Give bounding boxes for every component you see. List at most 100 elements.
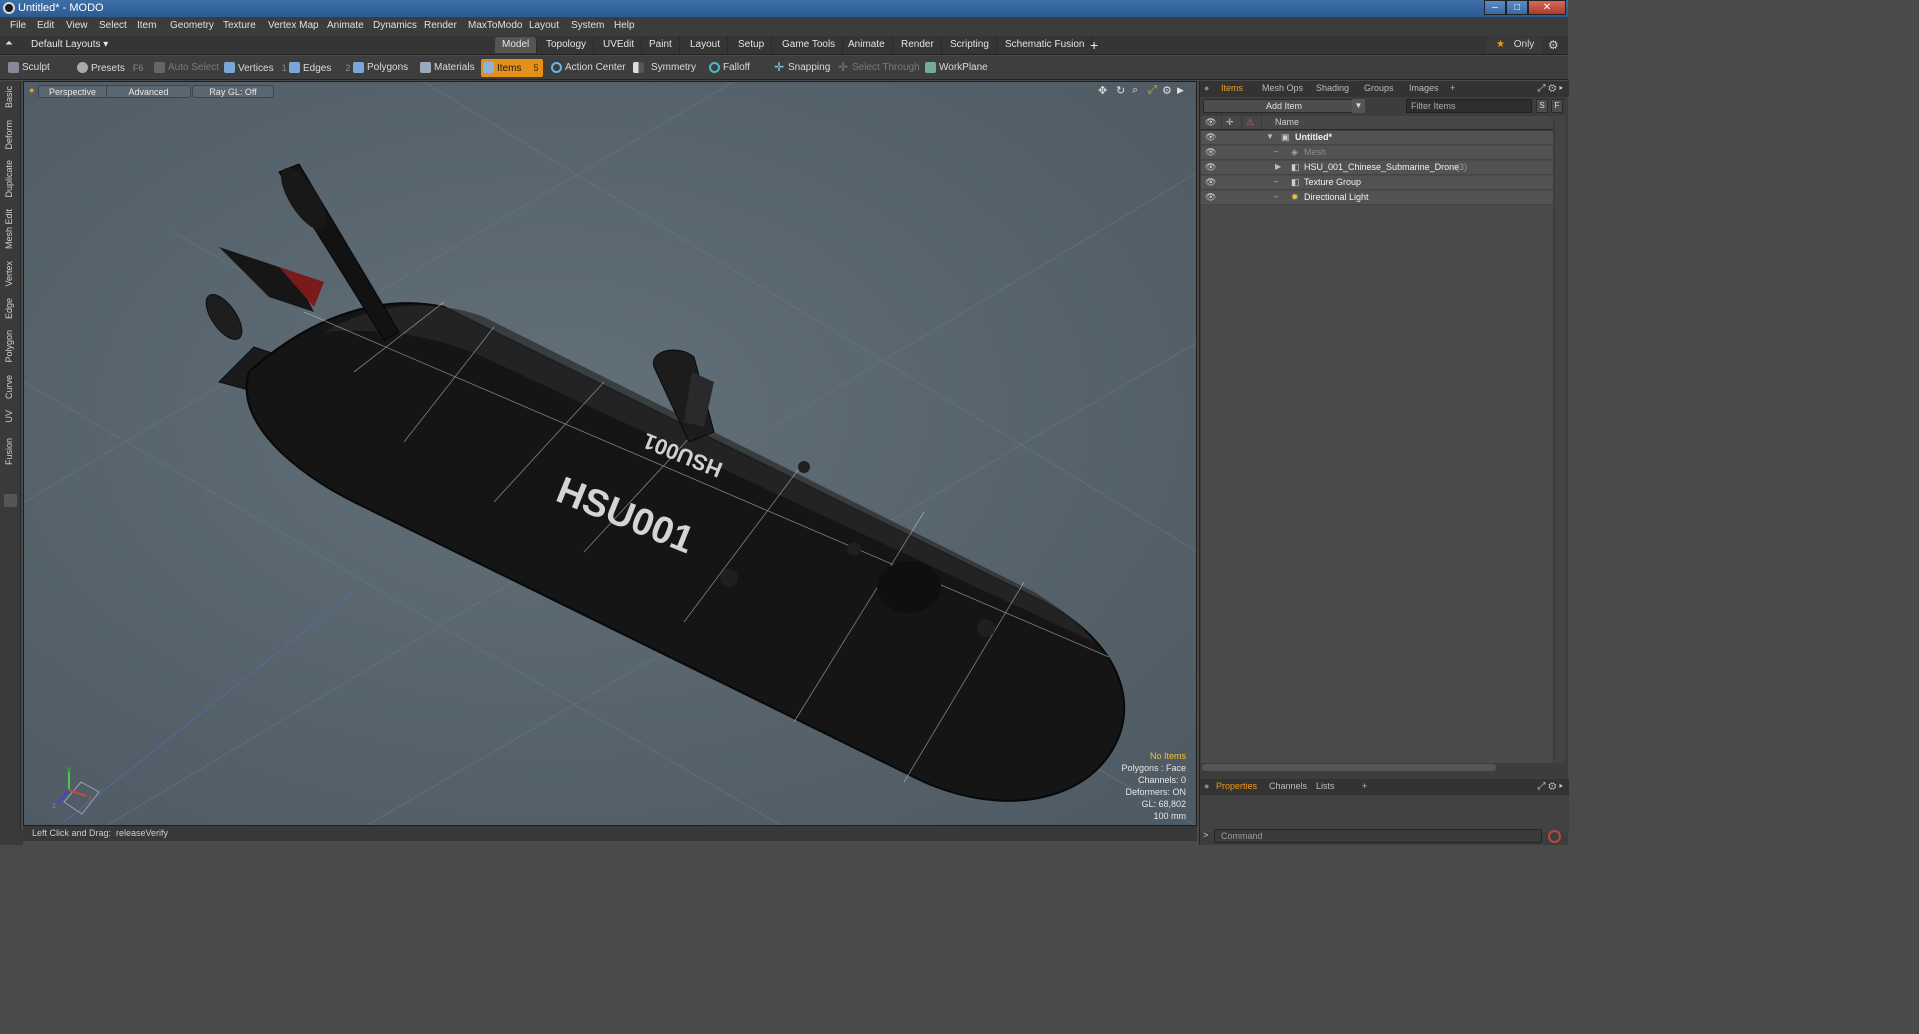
shading-mode-dropdown[interactable]: Advanced	[106, 85, 191, 98]
tab-model[interactable]: Model	[495, 37, 538, 53]
tab-uvedit[interactable]: UVEdit	[596, 37, 643, 53]
menu-file[interactable]: File	[10, 20, 26, 31]
pan-icon[interactable]: ✥	[1098, 84, 1107, 97]
name-column-header[interactable]: Name	[1275, 117, 1299, 127]
eye-icon[interactable]: 👁	[1205, 132, 1216, 143]
auto-select-button[interactable]: Auto Select	[152, 59, 219, 77]
vtab-fusion[interactable]: Fusion	[4, 438, 14, 465]
tab-paint[interactable]: Paint	[642, 37, 680, 53]
tab-topology[interactable]: Topology	[539, 37, 595, 53]
vtab-duplicate[interactable]: Duplicate	[4, 160, 14, 198]
tab-render[interactable]: Render	[894, 37, 942, 53]
menu-animate[interactable]: Animate	[327, 20, 364, 31]
tab-properties[interactable]: Properties	[1216, 781, 1257, 791]
eye-icon[interactable]: 👁	[1205, 162, 1216, 173]
default-layouts-dropdown[interactable]: Default Layouts ▾	[31, 39, 108, 50]
menu-geometry[interactable]: Geometry	[170, 20, 214, 31]
menu-system[interactable]: System	[571, 20, 604, 31]
raygl-toggle[interactable]: Ray GL: Off	[192, 85, 274, 98]
properties-menu-dot[interactable]: ●	[1204, 781, 1209, 791]
menu-layout[interactable]: Layout	[529, 20, 559, 31]
menu-dynamics[interactable]: Dynamics	[373, 20, 417, 31]
only-toggle[interactable]: ★ Only	[1486, 37, 1542, 53]
tree-row-submarine-group[interactable]: 👁 ▶ ◧ HSU_001_Chinese_Submarine_Drone (3…	[1201, 161, 1553, 175]
menu-vertex-map[interactable]: Vertex Map	[268, 20, 319, 31]
eye-icon[interactable]: 👁	[1205, 177, 1216, 188]
panel-options-icon[interactable]: ⤢ ⚙ ▸	[1537, 83, 1563, 94]
falloff-button[interactable]: Falloff	[707, 59, 750, 77]
workplane-button[interactable]: WorkPlane	[923, 59, 988, 77]
tab-groups[interactable]: Groups	[1364, 83, 1394, 93]
vtab-edge[interactable]: Edge	[4, 298, 14, 319]
tab-setup[interactable]: Setup	[731, 37, 773, 53]
viewport-settings-icon[interactable]: ⚙	[1162, 84, 1172, 97]
tab-layout[interactable]: Layout	[683, 37, 729, 53]
layout-arrow-icon[interactable]: ⏶	[5, 38, 13, 49]
tab-scripting[interactable]: Scripting	[943, 37, 997, 53]
items-button[interactable]: Items 5	[481, 59, 543, 77]
zoom-icon[interactable]: ⌕	[1132, 84, 1138, 97]
menu-edit[interactable]: Edit	[37, 20, 54, 31]
menu-help[interactable]: Help	[614, 20, 635, 31]
maximize-button[interactable]: □	[1506, 0, 1528, 15]
view-mode-dropdown[interactable]: Perspective	[38, 85, 114, 98]
eye-icon[interactable]: 👁	[1205, 147, 1216, 158]
viewport-3d[interactable]: HSU001 HSU001 y x z ● Perspective Advanc…	[23, 81, 1197, 826]
tab-shading[interactable]: Shading	[1316, 83, 1349, 93]
viewport-menu-dot[interactable]: ●	[29, 85, 34, 95]
filter-items-input[interactable]: Filter Items	[1406, 99, 1532, 113]
vtab-polygon[interactable]: Polygon	[4, 330, 14, 363]
select-through-button[interactable]: ✛ Select Through	[836, 59, 920, 77]
tab-items[interactable]: Items	[1221, 83, 1243, 93]
panel-menu-dot[interactable]: ●	[1204, 83, 1209, 93]
edges-button[interactable]: Edges 2	[287, 59, 350, 77]
tab-schematic-fusion[interactable]: Schematic Fusion	[998, 37, 1093, 53]
menu-select[interactable]: Select	[99, 20, 127, 31]
command-input[interactable]: Command	[1214, 829, 1542, 843]
vtab-deform[interactable]: Deform	[4, 120, 14, 150]
left-panel-toggle[interactable]	[4, 494, 17, 507]
menu-maxtomodo[interactable]: MaxToModo	[468, 20, 522, 31]
materials-button[interactable]: Materials	[418, 59, 475, 77]
tree-row-texture-group[interactable]: 👁 – ◧ Texture Group	[1201, 176, 1553, 190]
vtab-mesh-edit[interactable]: Mesh Edit	[4, 209, 14, 249]
action-center-button[interactable]: Action Center	[549, 59, 626, 77]
tab-animate[interactable]: Animate	[841, 37, 893, 53]
sculpt-button[interactable]: Sculpt	[6, 59, 50, 77]
tree-row-mesh[interactable]: 👁 – ◈ Mesh	[1201, 146, 1553, 160]
add-item-button[interactable]: Add Item	[1203, 99, 1365, 113]
filter-f-button[interactable]: F	[1551, 99, 1563, 113]
tree-row-scene[interactable]: 👁 ▼ ▣ Untitled*	[1201, 131, 1553, 145]
expand-arrow-icon[interactable]: ▶	[1275, 162, 1281, 171]
filter-s-button[interactable]: S	[1536, 99, 1548, 113]
tab-channels[interactable]: Channels	[1269, 781, 1307, 791]
polygons-button[interactable]: Polygons	[351, 59, 408, 77]
viewport-expand-icon[interactable]: ▶	[1177, 85, 1184, 96]
add-item-dropdown-arrow[interactable]: ▼	[1352, 99, 1365, 113]
add-properties-tab-button[interactable]: +	[1362, 781, 1367, 791]
tree-vertical-scrollbar[interactable]	[1555, 116, 1565, 763]
rotate-icon[interactable]: ↻	[1116, 84, 1125, 97]
properties-options-icon[interactable]: ⤢ ⚙ ▸	[1537, 781, 1563, 792]
menu-texture[interactable]: Texture	[223, 20, 256, 31]
vtab-vertex[interactable]: Vertex	[4, 261, 14, 287]
menu-render[interactable]: Render	[424, 20, 457, 31]
menu-item[interactable]: Item	[137, 20, 156, 31]
presets-button[interactable]: Presets F6	[75, 59, 143, 77]
snapping-button[interactable]: ✛ Snapping	[772, 59, 830, 77]
vtab-curve[interactable]: Curve	[4, 375, 14, 399]
close-button[interactable]: ✕	[1528, 0, 1566, 15]
tab-game-tools[interactable]: Game Tools	[775, 37, 844, 53]
vtab-basic[interactable]: Basic	[4, 86, 14, 108]
add-layout-tab-button[interactable]: +	[1090, 37, 1098, 53]
tab-mesh-ops[interactable]: Mesh Ops	[1262, 83, 1303, 93]
command-history-button[interactable]	[1548, 830, 1561, 843]
minimize-button[interactable]: –	[1484, 0, 1506, 15]
vertices-button[interactable]: Vertices 1	[222, 59, 287, 77]
menu-view[interactable]: View	[66, 20, 88, 31]
fit-icon[interactable]: ⤢	[1148, 84, 1157, 97]
tab-lists[interactable]: Lists	[1316, 781, 1335, 791]
expand-arrow-icon[interactable]: ▼	[1266, 132, 1274, 141]
vtab-uv[interactable]: UV	[4, 410, 14, 423]
eye-icon[interactable]: 👁	[1205, 192, 1216, 203]
